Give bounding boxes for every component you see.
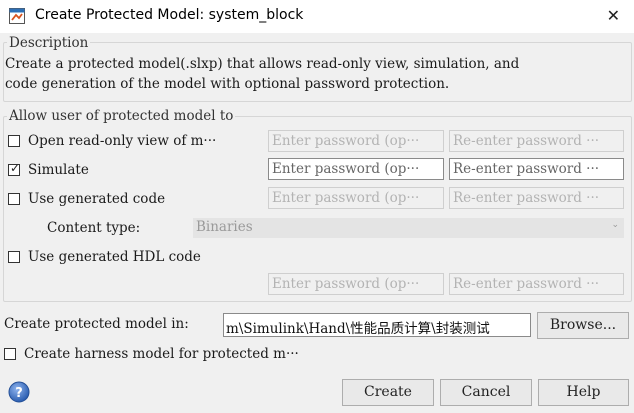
simulate-reenter-field[interactable]: Re-enter password ···: [449, 158, 624, 180]
generated-code-password-field[interactable]: Enter password (op···: [268, 187, 444, 209]
harness-label[interactable]: Create harness model for protected m···: [24, 346, 299, 362]
read-only-password-field[interactable]: Enter password (op···: [268, 130, 444, 152]
simulate-password-field[interactable]: Enter password (op···: [268, 158, 444, 180]
close-icon[interactable]: ✕: [607, 6, 620, 25]
cancel-button[interactable]: Cancel: [440, 379, 532, 406]
hdl-code-password-field[interactable]: Enter password (op···: [268, 273, 444, 295]
generated-code-reenter-field[interactable]: Re-enter password ···: [449, 187, 624, 209]
output-path-field[interactable]: m\Simulink\Hand\性能品质计算\封装测试: [223, 313, 531, 337]
generated-code-checkbox[interactable]: [8, 193, 20, 205]
read-only-reenter-field[interactable]: Re-enter password ···: [449, 130, 624, 152]
description-legend: Description: [7, 35, 91, 51]
content-type-select[interactable]: Binaries ⌄: [193, 218, 624, 238]
title-bar: Create Protected Model: system_block ✕: [0, 0, 634, 34]
create-button[interactable]: Create: [342, 379, 434, 406]
help-icon[interactable]: ?: [8, 381, 30, 403]
description-group: [3, 42, 632, 102]
help-button[interactable]: Help: [538, 379, 629, 406]
description-line-2: code generation of the model with option…: [5, 76, 450, 92]
content-type-value: Binaries: [196, 219, 253, 235]
simulate-label[interactable]: Simulate: [28, 162, 89, 178]
permissions-legend: Allow user of protected model to: [7, 108, 236, 124]
read-only-view-label[interactable]: Open read-only view of m···: [28, 133, 216, 149]
hdl-code-reenter-field[interactable]: Re-enter password ···: [449, 273, 624, 295]
read-only-view-checkbox[interactable]: [8, 135, 20, 147]
browse-button[interactable]: Browse...: [537, 312, 629, 339]
help-icon-glyph: ?: [15, 386, 23, 401]
generated-code-label[interactable]: Use generated code: [28, 191, 165, 207]
description-line-1: Create a protected model(.slxp) that all…: [5, 56, 520, 72]
output-location-label: Create protected model in:: [4, 316, 189, 332]
chevron-down-icon: ⌄: [611, 220, 619, 230]
harness-checkbox[interactable]: [4, 348, 16, 360]
simulink-app-icon: [9, 8, 25, 24]
hdl-code-label[interactable]: Use generated HDL code: [28, 249, 201, 265]
window-title: Create Protected Model: system_block: [35, 7, 304, 23]
simulate-checkbox[interactable]: ✓: [8, 161, 21, 176]
hdl-code-checkbox[interactable]: [8, 251, 20, 263]
checkmark-icon: ✓: [10, 161, 21, 175]
content-type-label: Content type:: [47, 220, 141, 236]
